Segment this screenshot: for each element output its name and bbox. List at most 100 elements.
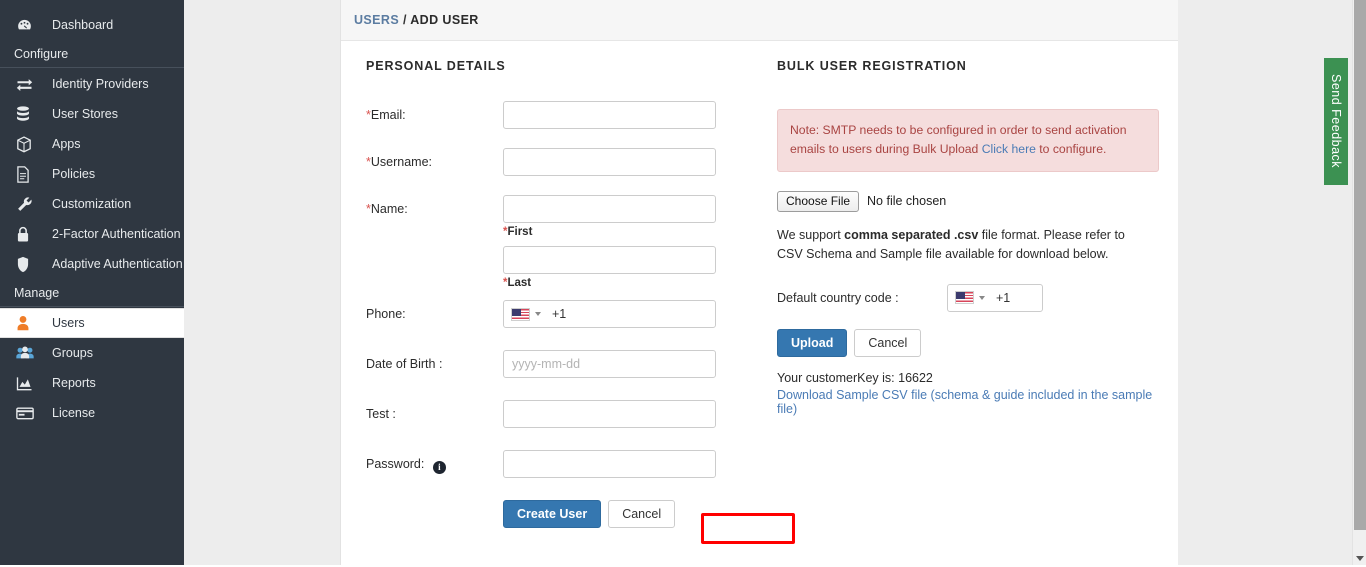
field-row-password: Password: i (366, 450, 771, 478)
email-input[interactable] (503, 101, 716, 129)
help-prefix: We support (777, 227, 845, 242)
help-bold: comma separated .csv (844, 227, 979, 242)
smtp-note-alert: Note: SMTP needs to be configured in ord… (777, 109, 1159, 172)
sidebar-item-label: User Stores (52, 107, 118, 121)
breadcrumb-link-users[interactable]: USERS (354, 13, 399, 27)
last-name-input[interactable] (503, 246, 716, 274)
choose-file-button[interactable]: Choose File (777, 190, 860, 212)
sidebar-item-label: Policies (52, 167, 96, 181)
users-group-icon (16, 344, 40, 362)
vertical-scrollbar[interactable] (1352, 0, 1366, 567)
sidebar-item-label: Groups (52, 346, 93, 360)
field-row-name: *Name: *First *Last (366, 195, 771, 289)
dob-input[interactable] (503, 350, 716, 378)
sidebar-item-2-factor-authentication[interactable]: 2-Factor Authentication (0, 219, 184, 249)
file-name-text: No file chosen (867, 194, 947, 209)
field-row-email: *Email: (366, 101, 771, 129)
personal-details-panel: PERSONAL DETAILS *Email: *Username: *Nam… (341, 59, 771, 528)
country-code-value: +1 (996, 290, 1011, 305)
sidebar-item-label: 2-Factor Authentication (52, 227, 181, 241)
dob-label: Date of Birth : (366, 357, 443, 371)
sidebar-item-customization[interactable]: Customization (0, 189, 184, 219)
sidebar-item-label: License (52, 406, 96, 420)
send-feedback-label: Send Feedback (1329, 74, 1343, 169)
chevron-down-icon[interactable] (535, 312, 541, 316)
bulk-registration-title: BULK USER REGISTRATION (777, 59, 967, 73)
sidebar-item-user-stores[interactable]: User Stores (0, 99, 184, 129)
csv-help-text: We support comma separated .csv file for… (777, 226, 1127, 265)
info-icon[interactable]: i (432, 460, 446, 474)
file-picker-row: Choose File No file chosen (777, 190, 1171, 212)
download-sample-csv-link[interactable]: Download Sample CSV file (schema & guide… (777, 388, 1171, 416)
field-row-username: *Username: (366, 148, 771, 176)
form-actions: Create User Cancel (503, 500, 771, 528)
bulk-registration-panel: BULK USER REGISTRATION Note: SMTP needs … (771, 59, 1171, 528)
card-icon (16, 404, 40, 422)
shield-icon (16, 255, 40, 273)
create-user-button[interactable]: Create User (503, 500, 602, 528)
sidebar-item-label: Users (52, 316, 85, 330)
sidebar: Dashboard Configure Identity Providers U… (0, 0, 184, 567)
panels: PERSONAL DETAILS *Email: *Username: *Nam… (341, 41, 1178, 528)
field-row-phone: Phone: +1 (366, 300, 771, 328)
us-flag-icon (955, 291, 974, 305)
sidebar-section-configure: Configure (0, 40, 184, 68)
document-icon (16, 165, 40, 183)
sidebar-section-label: Configure (14, 46, 69, 61)
username-label: *Username: (366, 155, 433, 169)
sidebar-item-reports[interactable]: Reports (0, 368, 184, 398)
first-name-sublabel: *First (503, 226, 533, 238)
country-code-label: Default country code : (777, 290, 899, 305)
bulk-cancel-button[interactable]: Cancel (854, 328, 922, 357)
database-icon (16, 105, 40, 123)
name-label: *Name: (366, 202, 408, 216)
sidebar-item-policies[interactable]: Policies (0, 159, 184, 189)
sidebar-item-apps[interactable]: Apps (0, 129, 184, 159)
sidebar-section-manage: Manage (0, 279, 184, 307)
sidebar-item-label: Reports (52, 376, 96, 390)
customer-key-text: Your customerKey is: 16622 (777, 370, 933, 385)
country-code-select[interactable]: +1 (947, 283, 1043, 312)
email-label: *Email: (366, 108, 406, 122)
sidebar-item-groups[interactable]: Groups (0, 338, 184, 368)
sidebar-item-adaptive-authentication[interactable]: Adaptive Authentication (0, 249, 184, 279)
sidebar-item-label: Identity Providers (52, 77, 149, 91)
cube-icon (16, 135, 40, 153)
dashboard-icon (16, 16, 40, 34)
password-label: Password: i (366, 450, 503, 474)
breadcrumb: USERS / ADD USER (341, 0, 1178, 41)
field-row-test: Test : (366, 400, 771, 428)
sidebar-item-label: Dashboard (52, 18, 114, 32)
sidebar-section-label: Manage (14, 285, 60, 300)
chevron-down-icon[interactable] (979, 295, 985, 300)
exchange-icon (16, 75, 40, 93)
send-feedback-tab[interactable]: Send Feedback (1324, 58, 1348, 185)
breadcrumb-separator: / (402, 13, 407, 27)
test-input[interactable] (503, 400, 716, 428)
personal-details-title: PERSONAL DETAILS (366, 59, 506, 73)
app-root: Dashboard Configure Identity Providers U… (0, 0, 1366, 567)
field-row-dob: Date of Birth : (366, 350, 771, 378)
first-name-input[interactable] (503, 195, 716, 223)
scroll-down-arrow-icon[interactable] (1353, 551, 1366, 565)
content-card: USERS / ADD USER PERSONAL DETAILS *Email… (341, 0, 1178, 567)
sidebar-item-users[interactable]: Users (0, 308, 184, 338)
sidebar-item-dashboard[interactable]: Dashboard (0, 10, 184, 40)
upload-button[interactable]: Upload (777, 328, 848, 357)
scrollbar-thumb[interactable] (1354, 0, 1366, 530)
sidebar-item-label: Apps (52, 137, 81, 151)
last-name-sublabel: *Last (503, 277, 532, 289)
username-input[interactable] (503, 148, 716, 176)
password-input[interactable] (503, 450, 716, 478)
us-flag-icon (511, 307, 530, 321)
sidebar-item-identity-providers[interactable]: Identity Providers (0, 69, 184, 99)
sidebar-item-label: Adaptive Authentication (52, 257, 183, 271)
lock-icon (16, 225, 40, 243)
sidebar-item-license[interactable]: License (0, 398, 184, 428)
smtp-configure-link[interactable]: Click here (982, 142, 1036, 156)
wrench-icon (16, 195, 40, 213)
cancel-button[interactable]: Cancel (608, 500, 676, 528)
phone-input[interactable]: +1 (503, 300, 716, 328)
country-code-row: Default country code : +1 (777, 283, 1171, 312)
smtp-note-suffix: to configure. (1035, 141, 1107, 156)
